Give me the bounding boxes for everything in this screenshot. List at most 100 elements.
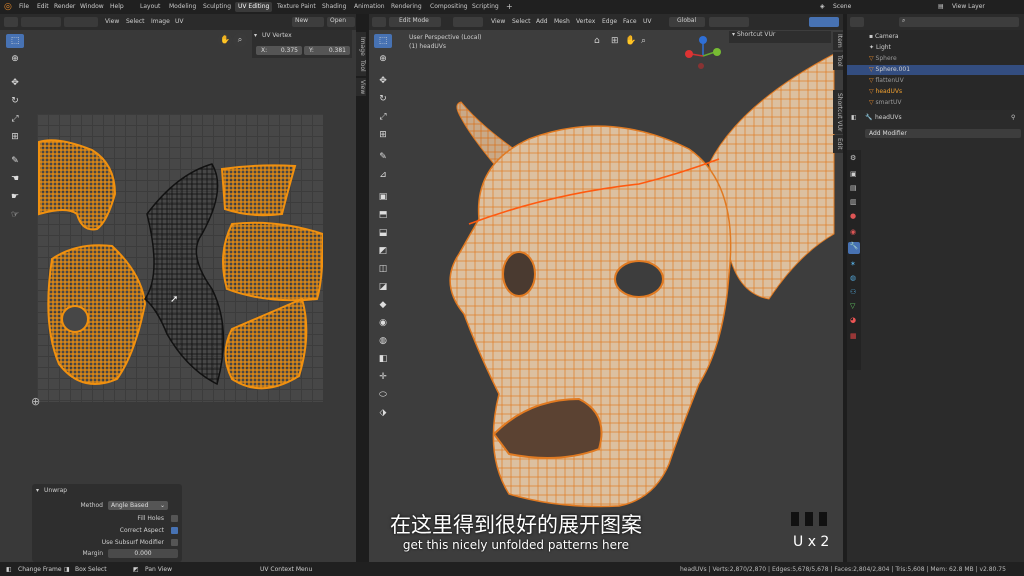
smooth-tool-icon[interactable]: ◍ (374, 334, 392, 348)
move-tool-icon[interactable]: ✥ (374, 74, 392, 88)
grab-tool-icon[interactable]: ☚ (6, 172, 24, 186)
menu-edit[interactable]: Edit (37, 3, 49, 10)
uv-menu-uv[interactable]: UV (175, 17, 184, 27)
properties-type-icon[interactable]: ◧ (851, 114, 857, 121)
edge-slide-tool-icon[interactable]: ◧ (374, 352, 392, 366)
vp-menu-face[interactable]: Face (623, 17, 637, 27)
vp-menu-uv[interactable]: UV (643, 17, 652, 27)
outliner-row-sphere001[interactable]: ▽ Sphere.001 (847, 65, 1024, 75)
pan-view-icon[interactable]: ✋ (625, 36, 636, 46)
tab-modeling[interactable]: Modeling (166, 2, 199, 12)
vp-menu-edge[interactable]: Edge (602, 17, 617, 27)
collapse-arrow-icon[interactable]: ▾ (729, 31, 735, 38)
outliner-row-flattenuv[interactable]: ▽ flattenUV (847, 76, 1024, 86)
knife-tool-icon[interactable]: ◪ (374, 280, 392, 294)
margin-field[interactable]: 0.000 (108, 549, 178, 558)
uv-menu-view[interactable]: View (105, 17, 119, 27)
select-mode-icons[interactable] (453, 17, 483, 27)
scene-selector[interactable]: Scene (833, 3, 851, 10)
pan-view-icon[interactable]: ✋ (218, 33, 232, 47)
zoom-view-icon[interactable]: ⌕ (641, 36, 646, 46)
outliner-row-headuvs[interactable]: ▽ headUVs (847, 87, 1024, 97)
head-mesh[interactable] (439, 54, 839, 514)
tab-animation[interactable]: Animation (351, 2, 388, 12)
vp-tab-edit[interactable]: Edit (833, 135, 843, 153)
bevel-tool-icon[interactable]: ◩ (374, 244, 392, 258)
shrink-tool-icon[interactable]: ✛ (374, 370, 392, 384)
data-tab-icon[interactable]: ▽ (850, 302, 855, 310)
measure-tool-icon[interactable]: ⊿ (374, 168, 392, 182)
select-box-tool-icon[interactable]: ⬚ (6, 34, 24, 48)
collapse-arrow-icon[interactable]: ▾ (254, 32, 257, 39)
blender-logo-icon[interactable]: ◎ (4, 2, 12, 12)
open-image-button[interactable]: Open (327, 17, 355, 27)
tab-layout[interactable]: Layout (137, 2, 163, 12)
uv-tab-view[interactable]: View (356, 78, 366, 96)
annotate-tool-icon[interactable]: ✎ (374, 150, 392, 164)
tab-texture-paint[interactable]: Texture Paint (274, 2, 319, 12)
snap-icons[interactable] (709, 17, 749, 27)
cursor-tool-icon[interactable]: ⊕ (6, 52, 24, 66)
correct-aspect-checkbox[interactable] (171, 527, 178, 534)
add-cube-tool-icon[interactable]: ▣ (374, 190, 392, 204)
fill-holes-checkbox[interactable] (171, 515, 178, 522)
rotate-tool-icon[interactable]: ↻ (374, 92, 392, 106)
constraints-tab-icon[interactable]: ⚇ (850, 288, 856, 296)
vp-tab-shortcut[interactable]: Shortcut VUr (833, 90, 843, 134)
menu-help[interactable]: Help (110, 3, 124, 10)
outliner-type-icon[interactable] (850, 17, 864, 27)
view-layer-selector[interactable]: View Layer (952, 3, 985, 10)
relax-tool-icon[interactable]: ☛ (6, 190, 24, 204)
xray-toggle-icon[interactable] (809, 17, 839, 27)
z-axis-icon[interactable] (699, 36, 707, 44)
particles-tab-icon[interactable]: ✶ (850, 260, 856, 268)
vp-tab-item[interactable]: Item (833, 32, 843, 50)
uv-grid[interactable]: ➚ (37, 114, 323, 402)
tab-rendering[interactable]: Rendering (388, 2, 425, 12)
tab-scripting[interactable]: Scripting (469, 2, 502, 12)
output-tab-icon[interactable]: ▤ (850, 184, 857, 192)
orientation-dropdown[interactable]: Global (669, 17, 705, 27)
select-mode-icons[interactable] (21, 17, 61, 27)
outliner-row-smartuv[interactable]: ▽ smartUV (847, 98, 1024, 108)
move-tool-icon[interactable]: ✥ (6, 76, 24, 90)
outliner-row-light[interactable]: ✦ Light (847, 43, 1024, 53)
editor-type-icon[interactable] (372, 17, 386, 27)
render-tab-icon[interactable]: ▣ (850, 170, 857, 178)
camera-view-icon[interactable]: ⌂ (594, 36, 600, 46)
use-subsurf-checkbox[interactable] (171, 539, 178, 546)
outliner-row-sphere[interactable]: ▽ Sphere (847, 54, 1024, 64)
rotate-tool-icon[interactable]: ↻ (6, 94, 24, 108)
scale-tool-icon[interactable]: ⤢ (6, 112, 24, 126)
material-tab-icon[interactable]: ◕ (850, 316, 856, 324)
outliner-row-camera[interactable]: ▪ Camera (847, 32, 1024, 42)
vp-menu-view[interactable]: View (491, 17, 505, 27)
menu-file[interactable]: File (19, 3, 29, 10)
method-dropdown[interactable]: Angle Based ⌄ (108, 501, 168, 510)
tab-compositing[interactable]: Compositing (427, 2, 471, 12)
outliner-search-input[interactable]: ⌕ (899, 17, 1019, 27)
3d-viewport[interactable]: Edit Mode View Select Add Mesh Vertex Ed… (369, 14, 843, 562)
inset-tool-icon[interactable]: ⬓ (374, 226, 392, 240)
uv-tab-tool[interactable]: Tool (356, 56, 366, 76)
tool-tab-icon[interactable]: ⚙ (850, 154, 856, 162)
tab-sculpting[interactable]: Sculpting (200, 2, 234, 12)
select-box-tool-icon[interactable]: ⬚ (374, 34, 392, 48)
modifier-tab-icon[interactable]: 🔧 (848, 242, 860, 254)
editor-type-icon[interactable] (4, 17, 18, 27)
vp-tab-tool[interactable]: Tool (833, 52, 843, 70)
physics-tab-icon[interactable]: ◍ (850, 274, 856, 282)
spin-tool-icon[interactable]: ◉ (374, 316, 392, 330)
add-modifier-dropdown[interactable]: Add Modifier (865, 129, 1021, 138)
mode-dropdown[interactable]: Edit Mode (389, 17, 441, 27)
annotate-tool-icon[interactable]: ✎ (6, 154, 24, 168)
menu-window[interactable]: Window (80, 3, 104, 10)
world-tab-icon[interactable]: ◉ (850, 228, 856, 236)
new-image-button[interactable]: New (292, 17, 324, 27)
transform-tool-icon[interactable]: ⊞ (6, 130, 24, 144)
extrude-tool-icon[interactable]: ⬒ (374, 208, 392, 222)
tab-uv-editing[interactable]: UV Editing (235, 2, 273, 12)
sticky-select-icons[interactable] (64, 17, 98, 27)
vp-menu-add[interactable]: Add (536, 17, 548, 27)
zoom-view-icon[interactable]: ⌕ (233, 33, 247, 47)
